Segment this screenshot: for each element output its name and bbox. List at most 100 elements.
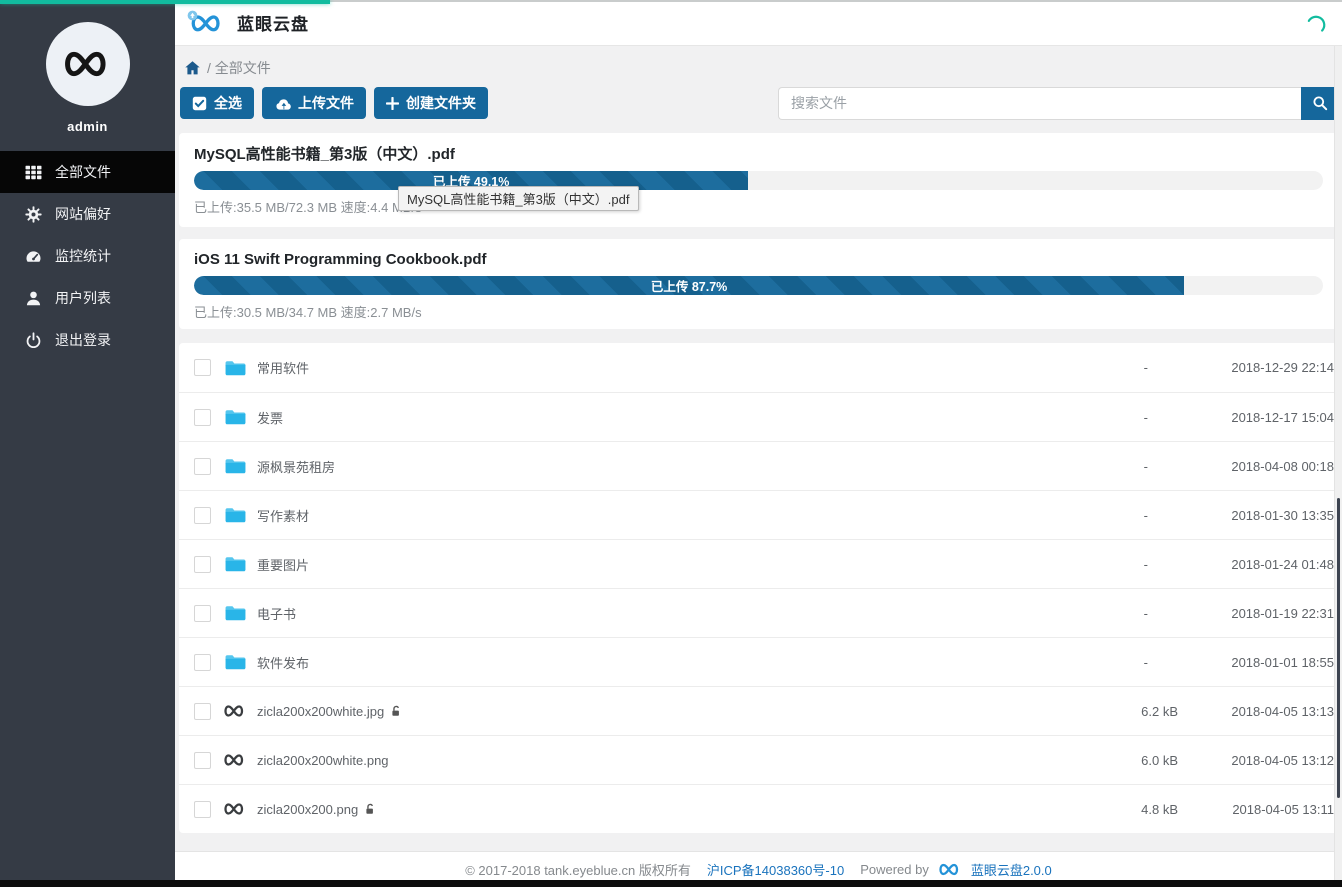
file-name[interactable]: 软件发布 (257, 653, 309, 672)
grid-icon (25, 164, 42, 181)
file-size: 6.0 kB (1068, 753, 1178, 768)
sidebar: admin 全部文件 (0, 0, 175, 887)
file-size: - (1068, 557, 1178, 572)
file-date: 2018-04-08 00:18 (1178, 459, 1338, 474)
scrollbar-thumb[interactable] (1337, 498, 1340, 798)
table-row[interactable]: 发票 - 2018-12-17 15:04 (179, 392, 1338, 441)
file-image-icon (222, 801, 248, 817)
upload-progress-track: 已上传 49.1% (194, 171, 1323, 190)
file-image-icon (222, 703, 248, 719)
row-checkbox[interactable] (194, 507, 211, 524)
create-folder-button[interactable]: 创建文件夹 (374, 87, 488, 119)
upload-tooltip: MySQL高性能书籍_第3版（中文）.pdf (398, 186, 639, 211)
file-date: 2018-01-30 13:35 (1178, 508, 1338, 523)
unlock-icon (390, 705, 402, 718)
upload-cards: MySQL高性能书籍_第3版（中文）.pdf 已上传 49.1% 已上传:35.… (179, 133, 1338, 329)
upload-file-name: iOS 11 Swift Programming Cookbook.pdf (194, 251, 1323, 269)
row-checkbox[interactable] (194, 409, 211, 426)
file-name[interactable]: 电子书 (257, 604, 296, 623)
upload-file-label: 上传文件 (298, 93, 354, 113)
table-row[interactable]: 重要图片 - 2018-01-24 01:48 (179, 539, 1338, 588)
content: / 全部文件 全选 上传文件 (175, 46, 1342, 851)
sidebar-item-all-files[interactable]: 全部文件 (0, 151, 175, 193)
folder-icon (222, 555, 248, 573)
search-input[interactable] (778, 87, 1301, 120)
powered-by-text: Powered by (860, 862, 929, 877)
row-checkbox[interactable] (194, 556, 211, 573)
folder-icon (222, 457, 248, 475)
page-title: 蓝眼云盘 (237, 10, 309, 35)
header: 蓝眼云盘 (175, 0, 1342, 46)
select-all-button[interactable]: 全选 (180, 87, 254, 119)
upload-file-button[interactable]: 上传文件 (262, 87, 366, 119)
file-name[interactable]: 源枫景苑租房 (257, 457, 335, 476)
file-name[interactable]: 重要图片 (257, 555, 309, 574)
sidebar-menu: 全部文件 (0, 151, 175, 361)
file-image-icon (222, 752, 248, 768)
power-icon (25, 332, 42, 349)
table-row[interactable]: zicla200x200white.png 6.0 kB 2018-04-05 … (179, 735, 1338, 784)
row-checkbox[interactable] (194, 359, 211, 376)
table-row[interactable]: 电子书 - 2018-01-19 22:31 (179, 588, 1338, 637)
sidebar-item-label: 网站偏好 (55, 204, 111, 224)
file-name[interactable]: 常用软件 (257, 358, 309, 377)
file-size: 6.2 kB (1068, 704, 1178, 719)
file-size: - (1068, 606, 1178, 621)
table-row[interactable]: 源枫景苑租房 - 2018-04-08 00:18 (179, 441, 1338, 490)
search-button[interactable] (1301, 87, 1338, 120)
brand-logo-icon (185, 9, 227, 37)
sidebar-item-logout[interactable]: 退出登录 (0, 319, 175, 361)
breadcrumb: / 全部文件 (179, 58, 1338, 78)
icp-link[interactable]: 沪ICP备14038360号-10 (707, 860, 844, 879)
main-area: 蓝眼云盘 / 全部文件 全选 (175, 0, 1342, 887)
table-row[interactable]: 常用软件 - 2018-12-29 22:14 (179, 343, 1338, 392)
avatar[interactable] (46, 22, 130, 106)
page-loading-bar (0, 0, 1342, 4)
sidebar-item-user-list[interactable]: 用户列表 (0, 277, 175, 319)
home-icon[interactable] (184, 60, 201, 76)
search-group (778, 87, 1338, 120)
file-name[interactable]: zicla200x200white.jpg (257, 704, 384, 719)
row-checkbox[interactable] (194, 801, 211, 818)
product-version-link[interactable]: 蓝眼云盘2.0.0 (971, 860, 1052, 879)
file-date: 2018-12-17 15:04 (1178, 410, 1338, 425)
file-name[interactable]: 发票 (257, 408, 283, 427)
row-checkbox[interactable] (194, 605, 211, 622)
file-date: 2018-12-29 22:14 (1178, 360, 1338, 375)
table-row[interactable]: zicla200x200.png 4.8 kB 2018-04-05 13:11 (179, 784, 1338, 833)
table-row[interactable]: zicla200x200white.jpg 6.2 kB 2018-04-05 … (179, 686, 1338, 735)
create-folder-label: 创建文件夹 (406, 93, 476, 113)
file-name[interactable]: 写作素材 (257, 506, 309, 525)
row-checkbox[interactable] (194, 752, 211, 769)
scrollbar[interactable] (1334, 46, 1342, 880)
file-name[interactable]: zicla200x200white.png (257, 753, 389, 768)
username: admin (67, 119, 108, 134)
dashboard-icon (25, 248, 42, 265)
table-row[interactable]: 软件发布 - 2018-01-01 18:55 (179, 637, 1338, 686)
row-checkbox[interactable] (194, 703, 211, 720)
upload-progress-fill: 已上传 87.7% (194, 276, 1184, 295)
upload-card: iOS 11 Swift Programming Cookbook.pdf 已上… (179, 239, 1338, 329)
file-size: - (1068, 655, 1178, 670)
folder-icon (222, 653, 248, 671)
file-list: 常用软件 - 2018-12-29 22:14 发票 - 2018-12-17 … (179, 343, 1338, 833)
search-icon (1312, 95, 1328, 111)
row-checkbox[interactable] (194, 654, 211, 671)
select-all-label: 全选 (214, 93, 242, 113)
row-checkbox[interactable] (194, 458, 211, 475)
sidebar-item-site-preferences[interactable]: 网站偏好 (0, 193, 175, 235)
breadcrumb-path[interactable]: / 全部文件 (207, 58, 271, 78)
sidebar-item-monitor-stats[interactable]: 监控统计 (0, 235, 175, 277)
file-name[interactable]: zicla200x200.png (257, 802, 358, 817)
file-size: - (1068, 410, 1178, 425)
table-row[interactable]: 写作素材 - 2018-01-30 13:35 (179, 490, 1338, 539)
check-square-icon (192, 96, 207, 111)
file-date: 2018-04-05 13:13 (1178, 704, 1338, 719)
unlock-icon (364, 803, 376, 816)
sidebar-item-label: 全部文件 (55, 162, 111, 182)
toolbar: 全选 上传文件 创建文件夹 (179, 86, 1338, 120)
folder-icon (222, 359, 248, 377)
folder-icon (222, 408, 248, 426)
gear-icon (25, 206, 42, 223)
loading-bar-fill (0, 0, 330, 4)
